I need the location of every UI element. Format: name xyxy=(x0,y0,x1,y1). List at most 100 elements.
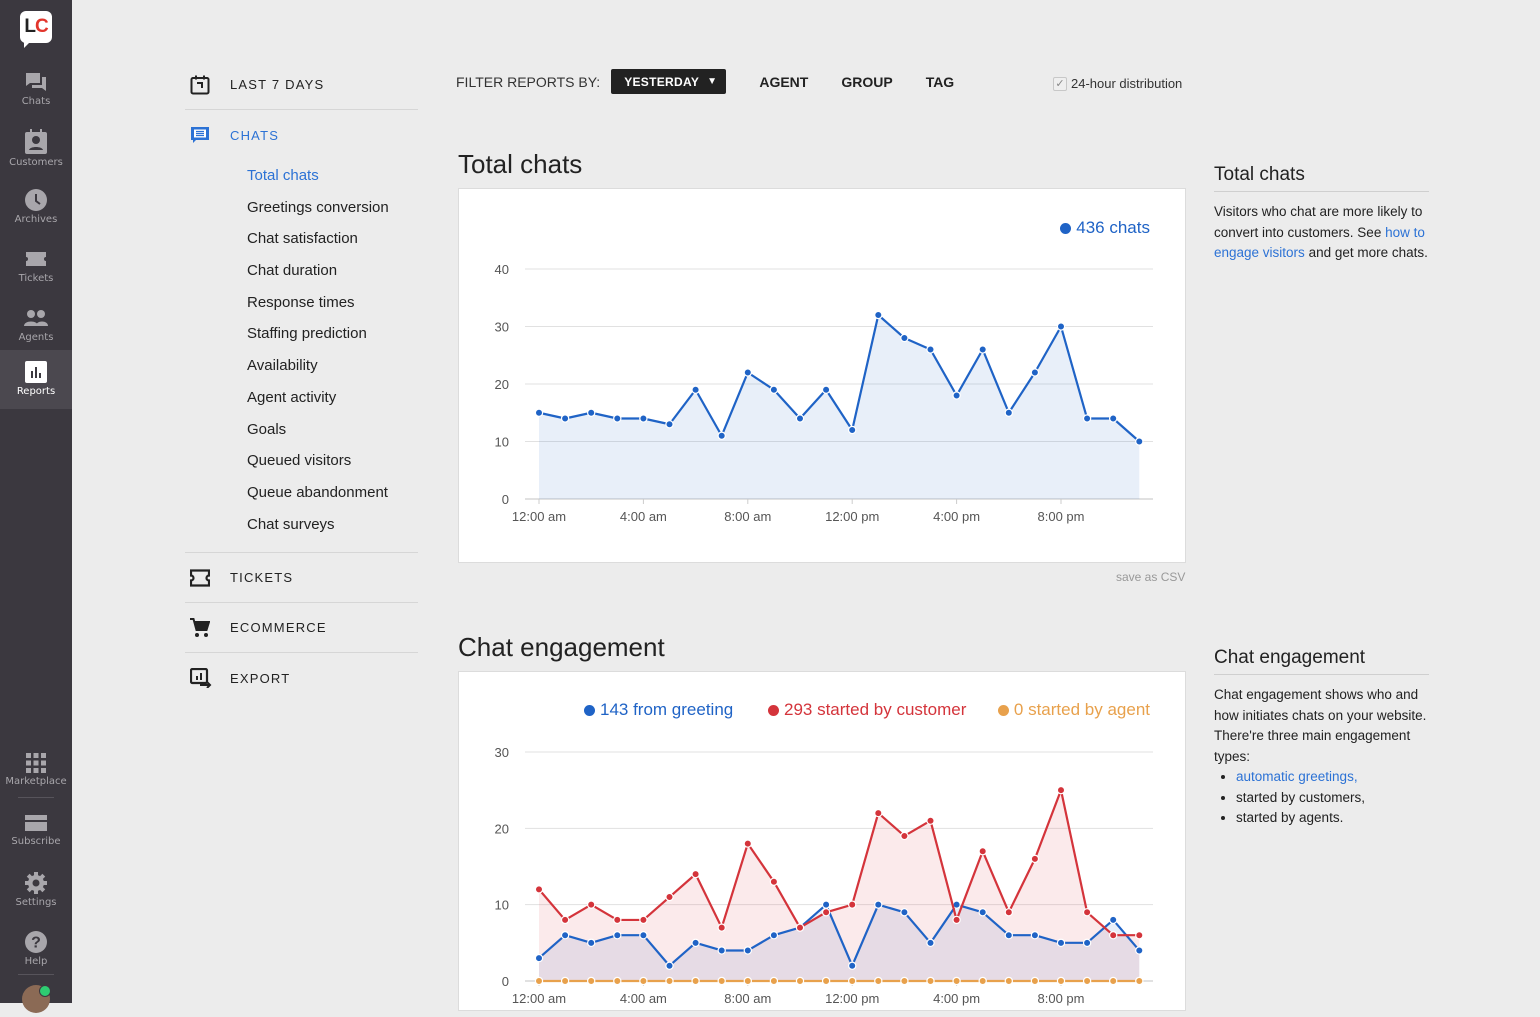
data-point xyxy=(769,877,779,886)
report-item-agent-activity[interactable]: Agent activity xyxy=(247,382,418,414)
nav-item-subscribe[interactable]: Subscribe xyxy=(0,806,72,864)
nav-divider xyxy=(18,797,54,798)
report-item-availability[interactable]: Availability xyxy=(247,350,418,382)
data-point xyxy=(639,414,648,423)
data-point xyxy=(978,345,987,354)
report-item-greetings-conversion[interactable]: Greetings conversion xyxy=(247,192,418,224)
x-tick-label: 4:00 am xyxy=(620,991,667,1006)
menu-section-ecommerce[interactable]: ECOMMERCE xyxy=(185,603,418,654)
chat-bubbles-icon xyxy=(26,73,46,91)
data-point xyxy=(874,310,883,320)
x-tick-label: 12:00 pm xyxy=(825,509,879,524)
nav-item-marketplace[interactable]: Marketplace xyxy=(0,746,72,804)
report-item-chat-duration[interactable]: Chat duration xyxy=(247,255,418,287)
legend-greeting[interactable]: 143 from greeting xyxy=(584,700,733,720)
date-range-dropdown[interactable]: YESTERDAY ▼ xyxy=(611,69,727,94)
y-tick-label: 20 xyxy=(495,377,509,392)
total-chats-chart: 0 10 20 30 40 12:00 am 4:00 am 8:00 am 12:00 pm 4… xyxy=(495,262,1153,524)
app-nav: LC Chats Customers Archives Tickets Agen… xyxy=(0,0,72,1013)
data-point xyxy=(1030,931,1040,940)
data-point xyxy=(1030,368,1040,377)
nav-item-archives[interactable]: Archives xyxy=(0,182,72,240)
data-point xyxy=(691,385,700,394)
report-item-queued-visitors[interactable]: Queued visitors xyxy=(247,445,418,477)
data-point xyxy=(560,915,570,925)
data-point xyxy=(560,414,570,423)
report-item-goals[interactable]: Goals xyxy=(247,414,418,446)
menu-section-export[interactable]: EXPORT xyxy=(185,653,418,703)
distribution-toggle[interactable]: ✓ 24-hour distribution xyxy=(1053,76,1182,91)
distribution-checkbox[interactable]: ✓ xyxy=(1053,76,1067,91)
data-point xyxy=(691,869,700,879)
legend-dot xyxy=(768,704,779,716)
report-item-total-chats[interactable]: Total chats xyxy=(247,160,418,192)
x-tick-label: 8:00 pm xyxy=(1038,991,1085,1006)
data-point xyxy=(1082,938,1092,948)
total-chats-help: Total chats Visitors who chat are more l… xyxy=(1214,164,1429,264)
data-point xyxy=(1004,976,1014,986)
data-point xyxy=(1004,931,1014,940)
data-point xyxy=(848,976,857,986)
data-point xyxy=(769,976,779,986)
filter-group[interactable]: GROUP xyxy=(841,74,892,90)
data-point xyxy=(1082,976,1092,986)
data-point xyxy=(952,915,961,925)
menu-section-chats[interactable]: CHATS xyxy=(185,110,418,160)
data-point xyxy=(586,408,596,417)
menu-section-tickets[interactable]: TICKETS xyxy=(185,553,418,604)
data-point xyxy=(613,931,622,940)
data-point xyxy=(926,938,935,948)
data-point xyxy=(769,385,779,394)
data-point xyxy=(717,923,726,932)
data-point xyxy=(900,908,909,917)
automatic-greetings-link[interactable]: automatic greetings, xyxy=(1236,769,1358,784)
data-point xyxy=(665,961,674,970)
legend-customer[interactable]: 293 started by customer xyxy=(768,700,966,720)
data-point xyxy=(639,931,648,940)
nav-item-reports[interactable]: Reports xyxy=(0,350,72,409)
filter-agent[interactable]: AGENT xyxy=(759,74,808,90)
report-item-chat-satisfaction[interactable]: Chat satisfaction xyxy=(247,223,418,255)
x-tick-label: 8:00 am xyxy=(724,509,771,524)
data-point xyxy=(1056,938,1066,948)
data-point xyxy=(821,908,831,917)
data-point xyxy=(586,900,596,909)
nav-item-customers[interactable]: Customers xyxy=(0,123,72,181)
data-point xyxy=(1056,976,1066,986)
data-point xyxy=(586,976,596,986)
engagement-types-list: automatic greetings, started by customer… xyxy=(1214,767,1429,829)
legend-agent[interactable]: 0 started by agent xyxy=(997,700,1150,720)
data-point xyxy=(691,976,700,986)
data-point xyxy=(1082,908,1092,917)
nav-item-tickets[interactable]: Tickets xyxy=(0,241,72,299)
x-tick-label: 8:00 pm xyxy=(1038,509,1085,524)
livechat-logo[interactable]: LC xyxy=(20,11,52,48)
data-point xyxy=(691,938,700,948)
report-item-response-times[interactable]: Response times xyxy=(247,287,418,319)
menu-section-last-7-days[interactable]: LAST 7 DAYS xyxy=(185,60,418,110)
calendar-icon xyxy=(190,75,210,94)
data-point xyxy=(743,839,752,848)
filter-tag[interactable]: TAG xyxy=(926,74,955,90)
data-point xyxy=(743,976,752,986)
data-point xyxy=(1004,408,1014,417)
chat-engagement-chart: 0 10 20 30 12:00 am 4:00 am 8:00 am 12:00 pm 4:0… xyxy=(495,745,1153,1006)
data-point xyxy=(1135,946,1144,955)
report-item-staffing-prediction[interactable]: Staffing prediction xyxy=(247,318,418,350)
report-item-chat-surveys[interactable]: Chat surveys xyxy=(247,509,418,541)
nav-item-settings[interactable]: Settings xyxy=(0,865,72,923)
list-item: started by customers, xyxy=(1236,788,1429,809)
report-item-queue-abandonment[interactable]: Queue abandonment xyxy=(247,477,418,509)
data-point xyxy=(926,345,935,354)
data-point xyxy=(1135,437,1144,446)
data-point xyxy=(534,953,544,963)
data-point xyxy=(1056,322,1066,331)
save-as-csv-link[interactable]: save as CSV xyxy=(1116,570,1185,584)
nav-item-chats[interactable]: Chats xyxy=(0,64,72,122)
data-point xyxy=(1109,976,1118,986)
chat-engagement-help: Chat engagement Chat engagement shows wh… xyxy=(1214,647,1429,829)
data-point xyxy=(717,431,726,440)
customer-card-icon xyxy=(25,129,47,154)
legend-total[interactable]: 436 chats xyxy=(1060,218,1150,238)
data-point xyxy=(952,976,961,986)
